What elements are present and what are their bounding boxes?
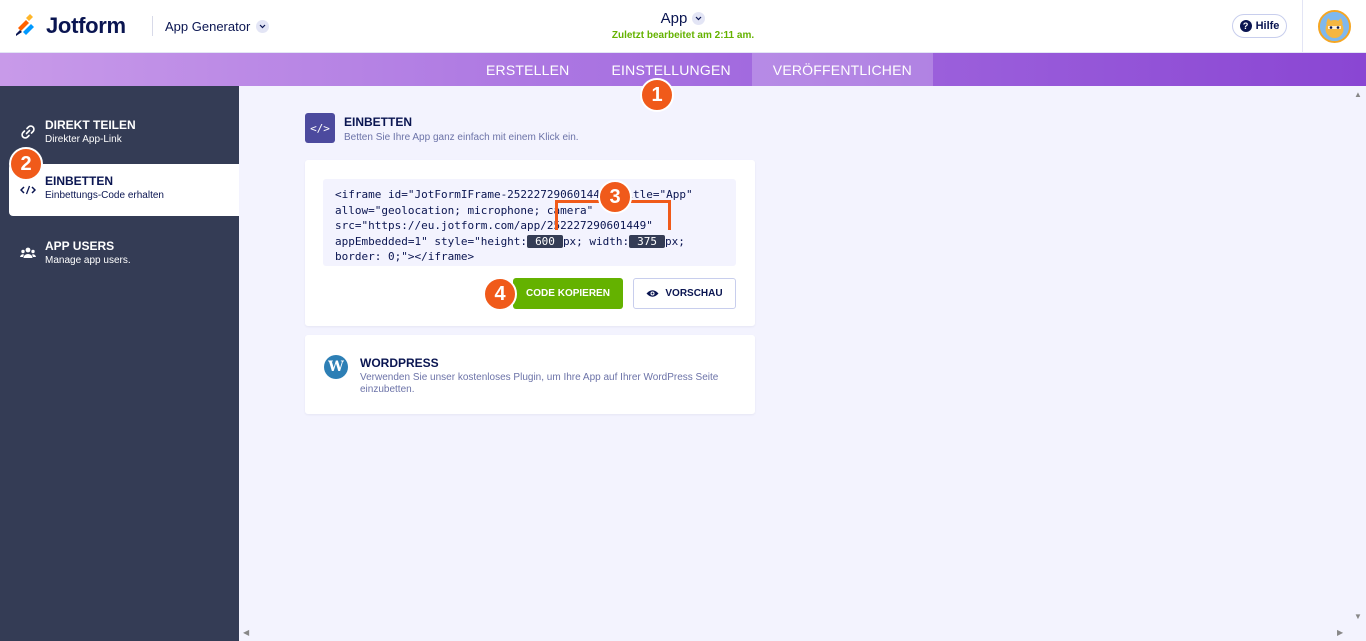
sidebar-item-title: DIREKT TEILEN bbox=[45, 118, 136, 132]
code-icon: </> bbox=[305, 113, 335, 143]
embed-title: EINBETTEN bbox=[344, 115, 413, 129]
copy-code-button[interactable]: CODE KOPIEREN bbox=[513, 278, 623, 309]
sidebar-item-einbetten[interactable]: EINBETTEN Einbettungs-Code erhalten bbox=[9, 164, 239, 216]
scroll-up-icon[interactable]: ▲ bbox=[1354, 90, 1362, 99]
avatar-icon bbox=[1320, 12, 1349, 41]
scroll-down-icon[interactable]: ▼ bbox=[1354, 612, 1362, 621]
embed-code-card: <iframe id="JotFormIFrame-25222729060144… bbox=[305, 160, 755, 326]
code-line: px; bbox=[665, 234, 685, 248]
wordpress-card[interactable]: W WORDPRESS Verwenden Sie unser kostenlo… bbox=[305, 335, 755, 414]
sidebar-item-subtitle: Direkter App-Link bbox=[45, 134, 122, 145]
preview-button[interactable]: VORSCHAU bbox=[633, 278, 736, 309]
header-separator bbox=[1302, 0, 1303, 53]
tab-erstellen[interactable]: ERSTELLEN bbox=[465, 53, 591, 86]
annotation-badge: 2 bbox=[9, 147, 43, 181]
sidebar-item-subtitle: Manage app users. bbox=[45, 255, 131, 266]
code-line: px; width: bbox=[562, 234, 630, 248]
sidebar-item-app-users[interactable]: APP USERS Manage app users. bbox=[9, 229, 239, 281]
wordpress-title: WORDPRESS bbox=[360, 356, 439, 370]
avatar[interactable] bbox=[1318, 10, 1351, 43]
preview-label: VORSCHAU bbox=[665, 288, 723, 299]
app-title-dropdown[interactable]: App bbox=[661, 10, 706, 27]
code-line: appEmbedded=1" style="height: bbox=[335, 234, 528, 248]
sidebar-item-title: APP USERS bbox=[45, 239, 115, 253]
chevron-down-icon bbox=[692, 12, 706, 25]
embed-subtitle: Betten Sie Ihre App ganz einfach mit ein… bbox=[344, 132, 579, 143]
wordpress-subtitle: Verwenden Sie unser kostenloses Plugin, … bbox=[360, 372, 719, 395]
annotation-badge: 3 bbox=[598, 180, 632, 214]
nav-tabs: ERSTELLEN EINSTELLUNGEN VERÖFFENTLICHEN bbox=[465, 53, 933, 86]
top-header: Jotform App Generator App Zuletzt bearbe… bbox=[0, 0, 1366, 53]
code-icon bbox=[20, 185, 36, 195]
vertical-scrollbar[interactable]: ▲ ▼ bbox=[1350, 86, 1366, 626]
tab-einstellungen[interactable]: EINSTELLUNGEN bbox=[591, 53, 752, 86]
users-icon bbox=[20, 247, 36, 258]
horizontal-scrollbar[interactable]: ◀ ▶ bbox=[239, 625, 1366, 641]
last-edited-status: Zuletzt bearbeitet am 2:11 am. bbox=[611, 30, 755, 41]
tab-veroeffentlichen[interactable]: VERÖFFENTLICHEN bbox=[751, 53, 933, 86]
question-icon: ? bbox=[1239, 20, 1252, 32]
sidebar-item-title: EINBETTEN bbox=[45, 174, 114, 188]
code-line: border: 0;"></iframe> bbox=[335, 250, 475, 263]
annotation-badge: 1 bbox=[640, 78, 674, 112]
embed-section-header: </> EINBETTEN Betten Sie Ihre App ganz e… bbox=[305, 113, 579, 143]
help-label: Hilfe bbox=[1255, 20, 1280, 32]
eye-icon bbox=[646, 290, 659, 297]
width-value-input[interactable]: 375 bbox=[629, 234, 666, 248]
app-title-block: App Zuletzt bearbeitet am 2:11 am. bbox=[0, 10, 1366, 41]
help-button[interactable]: ? Hilfe bbox=[1232, 14, 1287, 38]
annotation-badge: 4 bbox=[483, 277, 517, 311]
sidebar-item-subtitle: Einbettungs-Code erhalten bbox=[45, 190, 164, 201]
link-icon bbox=[21, 125, 35, 139]
wordpress-icon: W bbox=[324, 355, 348, 379]
scroll-left-icon[interactable]: ◀ bbox=[243, 628, 249, 637]
app-title: App bbox=[660, 10, 688, 27]
main-nav-bar: ERSTELLEN EINSTELLUNGEN VERÖFFENTLICHEN bbox=[0, 53, 1366, 86]
height-value-input[interactable]: 600 bbox=[527, 234, 563, 248]
scroll-right-icon[interactable]: ▶ bbox=[1337, 628, 1343, 637]
embed-code-box[interactable]: <iframe id="JotFormIFrame-25222729060144… bbox=[323, 179, 736, 266]
sidebar-item-direkt-teilen[interactable]: DIREKT TEILEN Direkter App-Link bbox=[9, 108, 239, 160]
